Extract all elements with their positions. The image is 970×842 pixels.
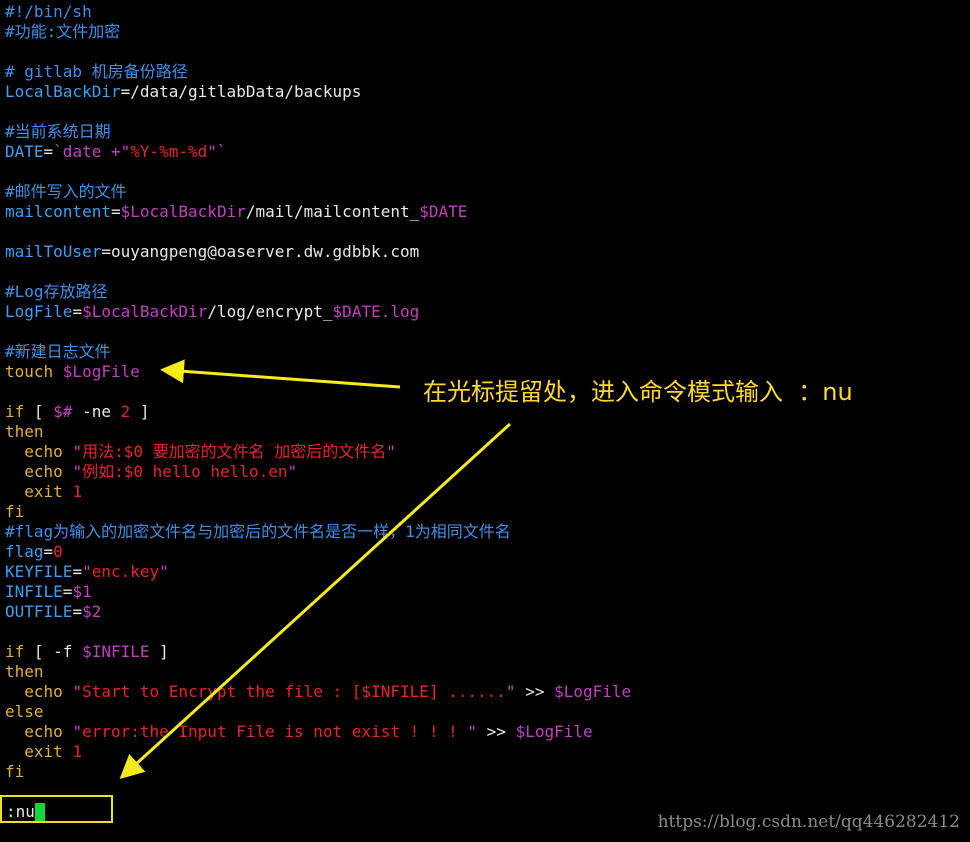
arrow-to-cursor-line <box>160 359 401 389</box>
command-line-text: :nu <box>6 802 35 821</box>
arrow-to-command-line <box>119 422 512 780</box>
watermark: https://blog.csdn.net/qq446282412 <box>657 812 960 832</box>
cursor <box>34 803 45 821</box>
command-line[interactable]: :nu <box>6 803 45 821</box>
annotation-label: 在光标提留处，进入命令模式输入 ：nu <box>423 378 853 406</box>
annotation-arrows <box>119 359 512 780</box>
